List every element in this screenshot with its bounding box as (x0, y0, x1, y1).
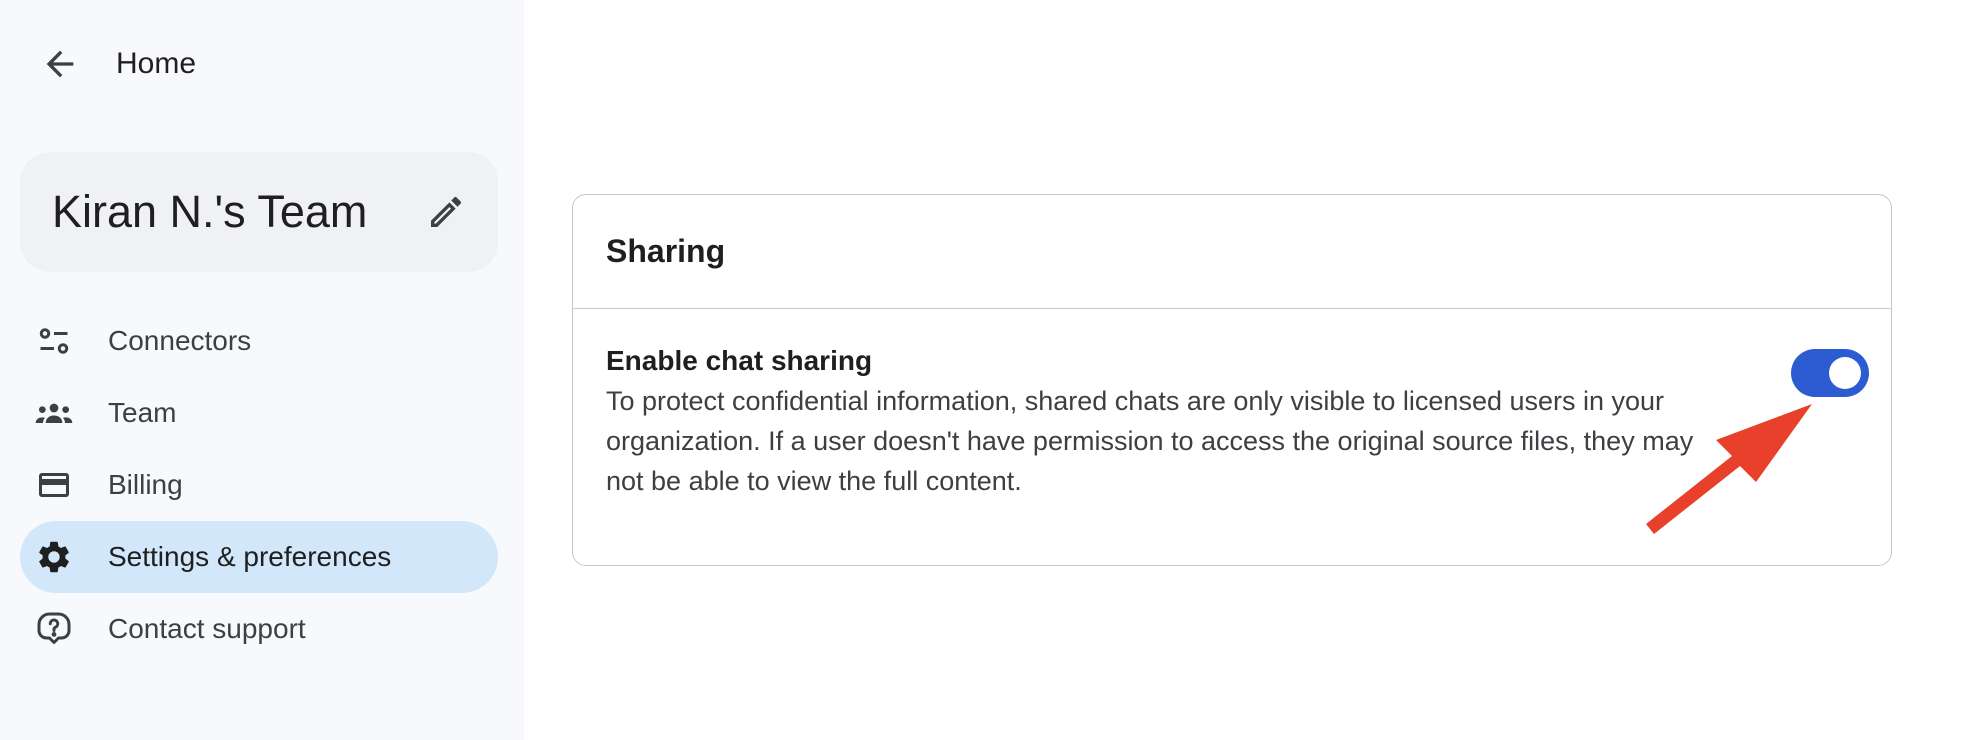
card-header: Sharing (573, 195, 1891, 309)
edit-team-name-button[interactable] (418, 184, 474, 240)
sidebar-item-label: Contact support (108, 613, 306, 644)
home-link[interactable]: Home (40, 36, 196, 92)
sidebar-item-label: Settings & preferences (108, 541, 392, 572)
chat-sharing-toggle[interactable] (1791, 349, 1869, 397)
connectors-icon (34, 321, 74, 361)
help-icon (34, 609, 74, 649)
sidebar-nav: Connectors Team Billing Settings & prefe… (20, 305, 498, 665)
app-window: Home Kiran N.'s Team Connectors Team Bil… (0, 0, 1963, 740)
arrow-back-icon[interactable] (40, 44, 80, 84)
team-icon (34, 393, 74, 433)
sidebar-item-label: Billing (108, 469, 183, 500)
credit-card-icon (34, 465, 74, 505)
sidebar-item-connectors[interactable]: Connectors (20, 305, 498, 377)
team-card: Kiran N.'s Team (20, 152, 498, 272)
setting-description: To protect confidential information, sha… (606, 386, 1694, 496)
toggle-knob (1829, 357, 1861, 389)
home-label: Home (116, 47, 197, 80)
pencil-icon (431, 196, 462, 227)
sidebar-item-label: Team (108, 397, 177, 428)
sidebar: Home Kiran N.'s Team Connectors Team Bil… (0, 0, 524, 740)
setting-title: Enable chat sharing (606, 345, 873, 376)
section-title: Sharing (606, 233, 726, 269)
annotation-arrow-icon (1646, 404, 1812, 534)
gear-icon (34, 537, 74, 577)
sidebar-item-billing[interactable]: Billing (20, 449, 498, 521)
sidebar-item-team[interactable]: Team (20, 377, 498, 449)
sidebar-item-contact-support[interactable]: Contact support (20, 593, 498, 665)
team-name: Kiran N.'s Team (52, 186, 368, 237)
sidebar-item-settings[interactable]: Settings & preferences (20, 521, 498, 593)
sidebar-item-label: Connectors (108, 325, 252, 356)
